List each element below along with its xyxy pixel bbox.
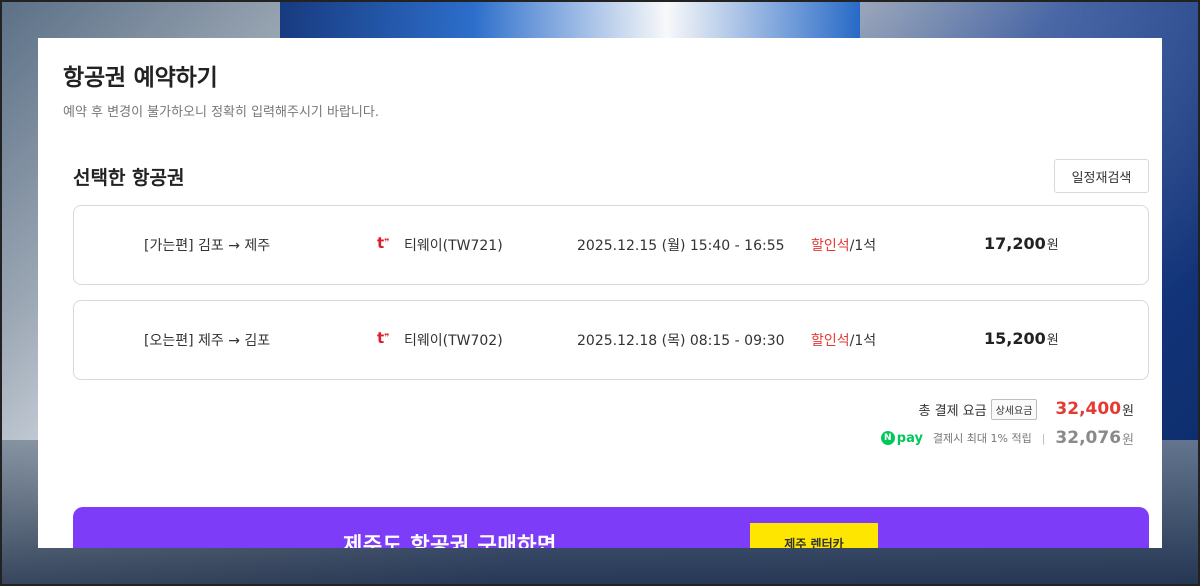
price-value: 15,200 <box>984 329 1046 348</box>
price-unit: 원 <box>1046 238 1059 253</box>
npay-pay-text: pay <box>896 430 923 446</box>
flight-price: 17,200원 <box>984 234 1059 253</box>
section-title: 선택한 항공권 <box>73 167 185 189</box>
flight-airline: 티웨이(TW702) <box>404 333 503 349</box>
banner-text: 제주도 항공권 구매하면 <box>343 533 557 548</box>
tway-logo-icon: t❞ <box>377 234 390 252</box>
seat-count: /1석 <box>849 333 877 349</box>
research-schedule-button[interactable]: 일정재검색 <box>1054 159 1149 193</box>
flight-schedule: 2025.12.15 (월) 15:40 - 16:55 <box>577 238 785 254</box>
flight-card-return: [오는편] 제주 → 김포 t❞ 티웨이(TW702) 2025.12.18 (… <box>73 300 1149 380</box>
seat-count: /1석 <box>849 238 877 254</box>
npay-logo-icon: Npay <box>880 430 923 446</box>
flight-seat: 할인석/1석 <box>811 330 876 350</box>
seat-class: 할인석 <box>811 333 850 349</box>
npay-n-icon: N <box>880 431 895 445</box>
npay-separator: | <box>1041 431 1046 445</box>
rentcar-badge[interactable]: 제주 렌터카 <box>750 523 878 548</box>
npay-benefit: 결제시 최대 1% 적립 <box>932 432 1032 445</box>
flight-route: [가는편] 김포 → 제주 <box>144 238 271 254</box>
price-value: 17,200 <box>984 234 1046 253</box>
total-label: 총 결제 요금 <box>918 403 987 419</box>
page-subtitle: 예약 후 변경이 불가하오니 정확히 입력해주시기 바랍니다. <box>63 105 379 120</box>
promo-banner[interactable]: 제주도 항공권 구매하면 제주 렌터카 <box>73 507 1149 548</box>
total-payment-row: 총 결제 요금 상세요금 32,400 원 <box>878 398 1134 420</box>
flight-card-outbound: [가는편] 김포 → 제주 t❞ 티웨이(TW721) 2025.12.15 (… <box>73 205 1149 285</box>
npay-amount: 32,076 <box>1055 428 1122 448</box>
price-unit: 원 <box>1046 333 1059 348</box>
flight-price: 15,200원 <box>984 329 1059 348</box>
booking-panel: 항공권 예약하기 예약 후 변경이 불가하오니 정확히 입력해주시기 바랍니다.… <box>38 38 1162 548</box>
total-unit: 원 <box>1122 403 1134 419</box>
flight-schedule: 2025.12.18 (목) 08:15 - 09:30 <box>577 333 785 349</box>
flight-airline: 티웨이(TW721) <box>404 238 503 254</box>
flight-seat: 할인석/1석 <box>811 235 876 255</box>
total-amount: 32,400 <box>1055 399 1122 419</box>
tway-logo-icon: t❞ <box>377 329 390 347</box>
npay-row: Npay 결제시 최대 1% 적립 | 32,076 원 <box>828 427 1134 449</box>
page-title: 항공권 예약하기 <box>63 65 218 91</box>
npay-unit: 원 <box>1122 432 1134 448</box>
seat-class: 할인석 <box>811 238 850 254</box>
flight-route: [오는편] 제주 → 김포 <box>144 333 271 349</box>
fare-detail-button[interactable]: 상세요금 <box>990 398 1038 420</box>
